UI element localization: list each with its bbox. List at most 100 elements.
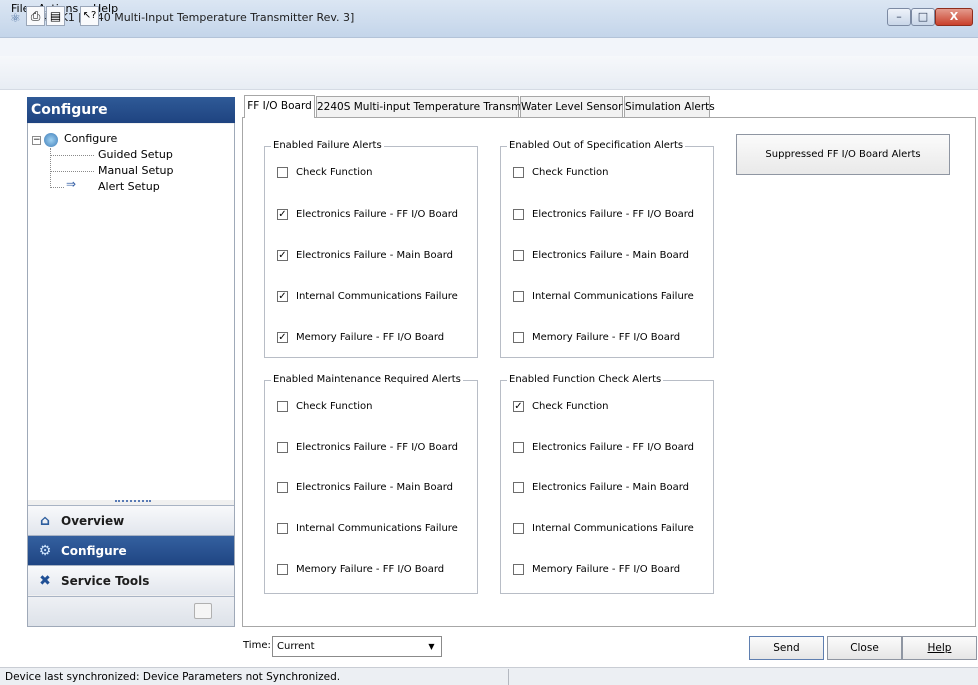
checkbox-label: Electronics Failure - FF I/O Board (296, 209, 458, 220)
group-title: Enabled Out of Specification Alerts (507, 140, 686, 151)
tab-2240s-transmitter[interactable]: 2240S Multi-input Temperature Transmitte… (316, 96, 543, 117)
status-bar: Device last synchronized: Device Paramet… (0, 667, 978, 685)
checkbox-label: Electronics Failure - Main Board (532, 482, 689, 493)
checkbox[interactable]: ✓ (277, 291, 288, 302)
checkbox-label: Internal Communications Failure (532, 291, 694, 302)
tab-simulation-alerts[interactable]: Simulation Alerts (624, 96, 715, 117)
checkbox-row[interactable]: ✓ Check Function (513, 401, 608, 413)
whats-this-help-icon[interactable]: ↖? (80, 6, 99, 26)
checkbox[interactable] (277, 523, 288, 534)
checkbox[interactable] (513, 523, 524, 534)
status-text: Device last synchronized: Device Paramet… (5, 671, 341, 683)
checkbox-row[interactable]: Internal Communications Failure (513, 523, 694, 535)
checkbox-row[interactable]: ✓ Memory Failure - FF I/O Board (277, 332, 444, 344)
checkbox-row[interactable]: Internal Communications Failure (513, 291, 694, 303)
toolbar (0, 56, 978, 90)
time-select[interactable]: Current (272, 636, 442, 657)
checkbox-label: Memory Failure - FF I/O Board (296, 332, 445, 343)
checkbox-row[interactable]: Electronics Failure - FF I/O Board (277, 442, 458, 454)
checkbox[interactable] (277, 564, 288, 575)
tree-collapse-icon[interactable]: − (32, 136, 41, 145)
checkbox[interactable] (277, 167, 288, 178)
nav-configure-button[interactable]: ⚙ Configure (28, 535, 234, 565)
checkbox-row[interactable]: ✓ Electronics Failure - FF I/O Board (277, 209, 458, 221)
group-title: Enabled Function Check Alerts (507, 374, 664, 385)
checkbox-label: Internal Communications Failure (532, 523, 694, 534)
close-window-button[interactable]: X (935, 8, 973, 26)
checkbox[interactable] (513, 167, 524, 178)
checkbox-row[interactable]: Memory Failure - FF I/O Board (513, 332, 680, 344)
tree-connector (50, 148, 51, 188)
configure-buttons-icon[interactable] (194, 603, 212, 619)
checkbox-row[interactable]: ✓ Internal Communications Failure (277, 291, 458, 303)
checkbox[interactable] (513, 332, 524, 343)
checkbox-row[interactable]: Electronics Failure - Main Board (513, 482, 689, 494)
checkbox[interactable] (513, 564, 524, 575)
checkbox-label: Electronics Failure - Main Board (296, 482, 453, 493)
help-button[interactable]: Help (902, 636, 977, 660)
checkbox-row[interactable]: Memory Failure - FF I/O Board (513, 564, 680, 576)
checkbox-label: Check Function (296, 167, 373, 178)
checkbox-row[interactable]: Check Function (277, 167, 372, 179)
checkbox-row[interactable]: Electronics Failure - Main Board (277, 482, 453, 494)
checkbox[interactable] (513, 482, 524, 493)
nav-service-tools-button[interactable]: ✖ Service Tools (28, 565, 234, 595)
nav-service-tools-label: Service Tools (61, 574, 150, 588)
checkbox-label: Check Function (532, 167, 609, 178)
close-button[interactable]: Close (827, 636, 902, 660)
tree-item-alert-setup[interactable]: Alert Setup (98, 180, 160, 193)
menu-bar (0, 38, 978, 56)
checkbox-label: Memory Failure - FF I/O Board (532, 332, 681, 343)
checkbox[interactable] (513, 291, 524, 302)
tree-item-guided-setup[interactable]: Guided Setup (98, 148, 173, 161)
time-label: Time: (243, 640, 271, 651)
configure-gear-icon (44, 133, 58, 147)
group-title: Enabled Maintenance Required Alerts (271, 374, 463, 385)
maximize-button[interactable]: □ (911, 8, 935, 26)
checkbox-row[interactable]: Electronics Failure - FF I/O Board (513, 442, 694, 454)
tree-item-manual-setup[interactable]: Manual Setup (98, 164, 174, 177)
dropdown-arrow-icon[interactable]: ▼ (423, 638, 440, 655)
status-divider (508, 669, 509, 685)
configure-tree: − Configure Guided Setup Manual Setup ⇒ … (28, 124, 234, 500)
checkbox[interactable] (513, 250, 524, 261)
tab-water-level-sensor[interactable]: Water Level Sensor (520, 96, 623, 117)
print-icon[interactable]: ⎙ (26, 6, 45, 26)
suppressed-alerts-button[interactable]: Suppressed FF I/O Board Alerts (736, 134, 950, 175)
group-maintenance-alerts: Enabled Maintenance Required Alerts Chec… (264, 374, 478, 594)
checkbox-row[interactable]: ✓ Electronics Failure - Main Board (277, 250, 453, 262)
nav-configure-label: Configure (61, 544, 127, 558)
checkbox-label: Check Function (532, 401, 609, 412)
checkbox-label: Electronics Failure - FF I/O Board (296, 442, 458, 453)
nav-overview-label: Overview (61, 514, 125, 528)
minimize-button[interactable]: – (887, 8, 911, 26)
group-function-check-alerts: Enabled Function Check Alerts ✓ Check Fun… (500, 374, 714, 594)
panel-splitter[interactable] (115, 500, 151, 504)
checkbox[interactable] (513, 442, 524, 453)
checkbox[interactable]: ✓ (277, 250, 288, 261)
tab-ff-io-board[interactable]: FF I/O Board (244, 95, 315, 118)
tools-icon: ✖ (39, 573, 51, 589)
checkbox-label: Electronics Failure - Main Board (296, 250, 453, 261)
print-preview-icon[interactable]: ▤ (46, 6, 65, 26)
checkbox[interactable]: ✓ (513, 401, 524, 412)
checkbox-row[interactable]: Check Function (513, 167, 608, 179)
group-out-of-spec-alerts: Enabled Out of Specification Alerts Chec… (500, 140, 714, 358)
checkbox[interactable] (277, 401, 288, 412)
checkbox-row[interactable]: Electronics Failure - Main Board (513, 250, 689, 262)
checkbox[interactable] (277, 442, 288, 453)
checkbox-row[interactable]: Electronics Failure - FF I/O Board (513, 209, 694, 221)
checkbox[interactable]: ✓ (277, 332, 288, 343)
tree-item-configure[interactable]: Configure (64, 132, 117, 145)
checkbox[interactable]: ✓ (277, 209, 288, 220)
checkbox-row[interactable]: Memory Failure - FF I/O Board (277, 564, 444, 576)
send-button[interactable]: Send (749, 636, 824, 660)
checkbox-label: Internal Communications Failure (296, 523, 458, 534)
checkbox[interactable] (277, 482, 288, 493)
nav-overview-button[interactable]: ⌂ Overview (28, 505, 234, 535)
group-title: Enabled Failure Alerts (271, 140, 384, 151)
checkbox[interactable] (513, 209, 524, 220)
checkbox-row[interactable]: Check Function (277, 401, 372, 413)
nav-footer (28, 596, 234, 626)
checkbox-row[interactable]: Internal Communications Failure (277, 523, 458, 535)
